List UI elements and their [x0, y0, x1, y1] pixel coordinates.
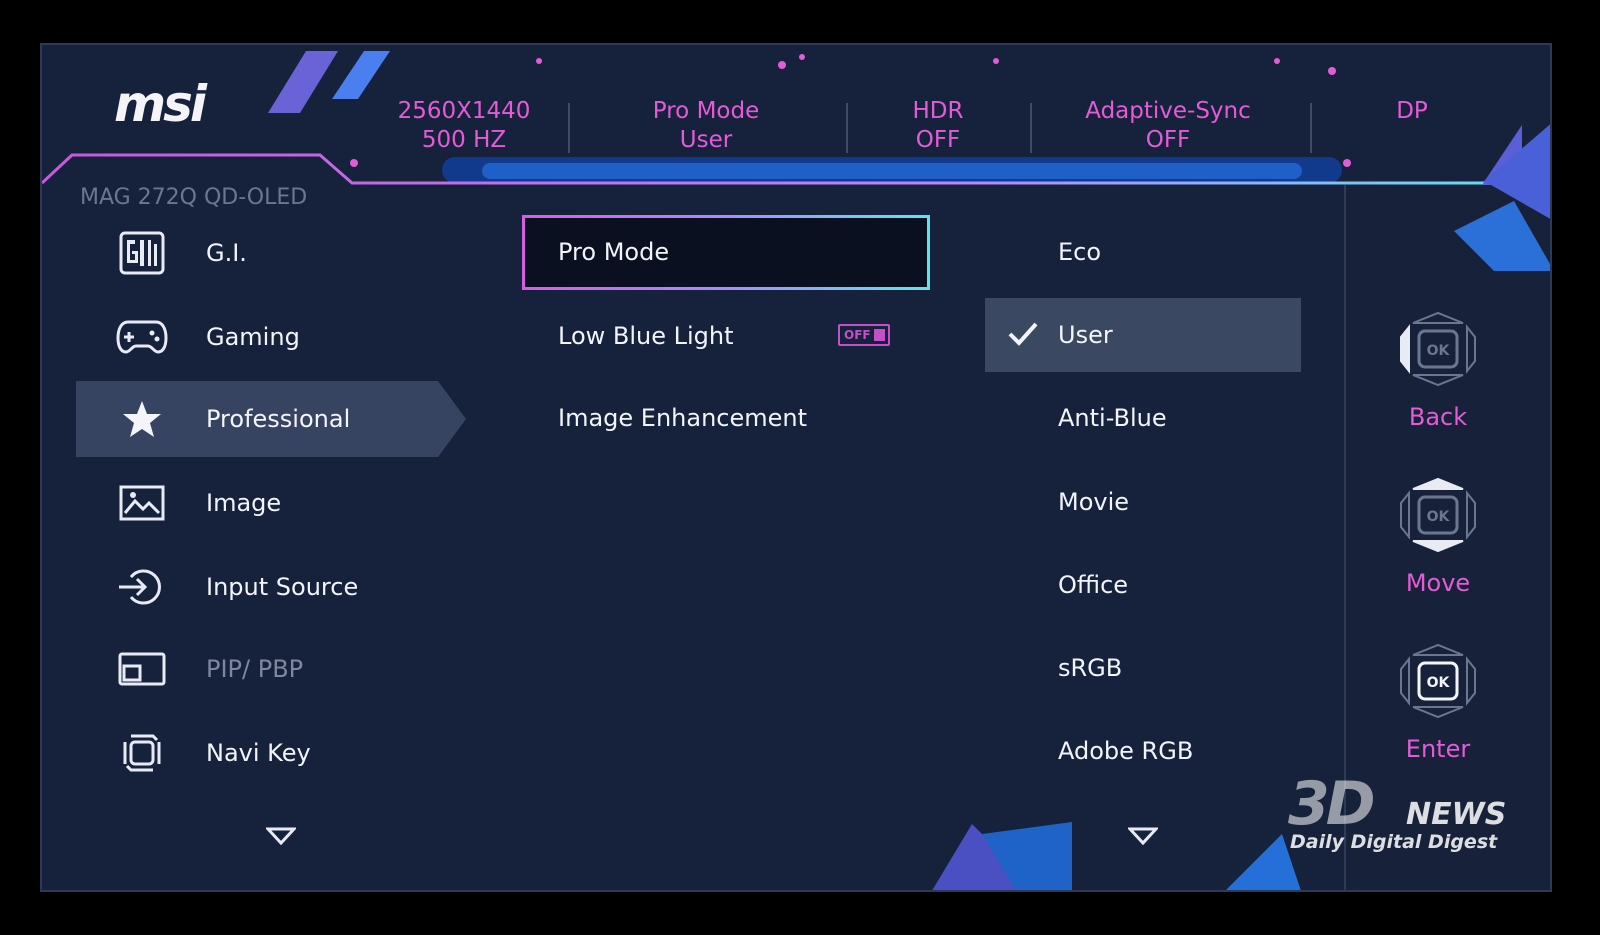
- option-anti-blue[interactable]: Anti-Blue: [985, 381, 1301, 455]
- gi-icon: [116, 231, 168, 275]
- navi-key-icon: [116, 731, 168, 775]
- header-input: DP: [1396, 98, 1428, 124]
- enter-key-icon[interactable]: OK: [1397, 641, 1479, 721]
- svg-text:OK: OK: [1427, 343, 1451, 359]
- header-adaptive-sync: Adaptive-Sync OFF: [1085, 98, 1251, 153]
- menu-item-input-source[interactable]: Input Source: [76, 549, 466, 625]
- option-user[interactable]: User: [985, 298, 1301, 372]
- submenu-item-pro-mode[interactable]: Pro Mode: [522, 215, 930, 289]
- toggle-knob: [874, 329, 885, 341]
- image-icon: [116, 481, 168, 525]
- back-key-icon[interactable]: OK: [1397, 309, 1479, 389]
- 3dnews-watermark: 3D NEWS Daily Digital Digest: [1288, 769, 1544, 869]
- header-decoration: [42, 51, 1550, 185]
- watermark-news: NEWS: [1406, 797, 1507, 832]
- msi-logo: msi: [114, 75, 207, 133]
- star-icon: [116, 397, 168, 441]
- option-adobe-rgb[interactable]: Adobe RGB: [985, 714, 1301, 788]
- watermark-logo: 3D: [1288, 769, 1376, 839]
- option-movie[interactable]: Movie: [985, 465, 1301, 539]
- menu-item-navi-key[interactable]: Navi Key: [76, 715, 466, 791]
- corner-decoration: [1454, 124, 1550, 271]
- header-resolution: 2560X1440 500 HZ: [397, 98, 531, 153]
- checkmark-icon: [1008, 322, 1038, 346]
- menu-item-label: Image: [206, 489, 282, 517]
- back-key-label: Back: [1408, 403, 1468, 431]
- menu-item-label: Professional: [206, 405, 351, 433]
- watermark-tagline: Daily Digital Digest: [1290, 831, 1498, 853]
- menu-item-image[interactable]: Image: [76, 465, 466, 541]
- move-key-icon[interactable]: OK: [1397, 475, 1479, 555]
- option-eco[interactable]: Eco: [985, 215, 1301, 289]
- menu-item-label: Navi Key: [206, 739, 311, 767]
- svg-text:OK: OK: [1427, 675, 1451, 691]
- header-pro-mode: Pro Mode User: [652, 98, 760, 153]
- menu-item-label: Input Source: [206, 573, 359, 601]
- menu-item-gaming[interactable]: Gaming: [76, 299, 466, 375]
- header-hdr: HDR OFF: [912, 98, 964, 153]
- menu-item-pip-pbp[interactable]: PIP/ PBP: [76, 631, 466, 707]
- header-separator: [568, 103, 570, 153]
- options-scroll-down-icon[interactable]: [1128, 827, 1158, 847]
- gamepad-icon: [116, 315, 168, 359]
- menu-item-label: G.I.: [206, 239, 247, 267]
- enter-key-label: Enter: [1405, 735, 1471, 763]
- pip-icon: [116, 647, 168, 691]
- menu-scroll-down-icon[interactable]: [266, 827, 296, 847]
- header-separator: [1310, 103, 1312, 153]
- model-name: MAG 272Q QD-OLED: [80, 185, 308, 210]
- bottom-decoration: [932, 822, 1301, 890]
- menu-item-label: PIP/ PBP: [206, 655, 304, 683]
- input-source-icon: [116, 565, 168, 609]
- menu-item-professional[interactable]: Professional: [76, 381, 466, 457]
- menu-item-gi[interactable]: G.I.: [76, 215, 466, 291]
- osd-window: msi 2560X1440 500 HZ Pro Mode User HDR O…: [40, 43, 1552, 892]
- move-key-label: Move: [1405, 569, 1471, 597]
- header-separator: [846, 103, 848, 153]
- option-office[interactable]: Office: [985, 548, 1301, 622]
- submenu-item-image-enhancement[interactable]: Image Enhancement: [522, 381, 930, 455]
- option-srgb[interactable]: sRGB: [985, 631, 1301, 705]
- low-blue-light-toggle[interactable]: OFF: [838, 324, 890, 346]
- menu-item-label: Gaming: [206, 323, 300, 351]
- svg-text:OK: OK: [1427, 509, 1451, 525]
- header-separator: [1030, 103, 1032, 153]
